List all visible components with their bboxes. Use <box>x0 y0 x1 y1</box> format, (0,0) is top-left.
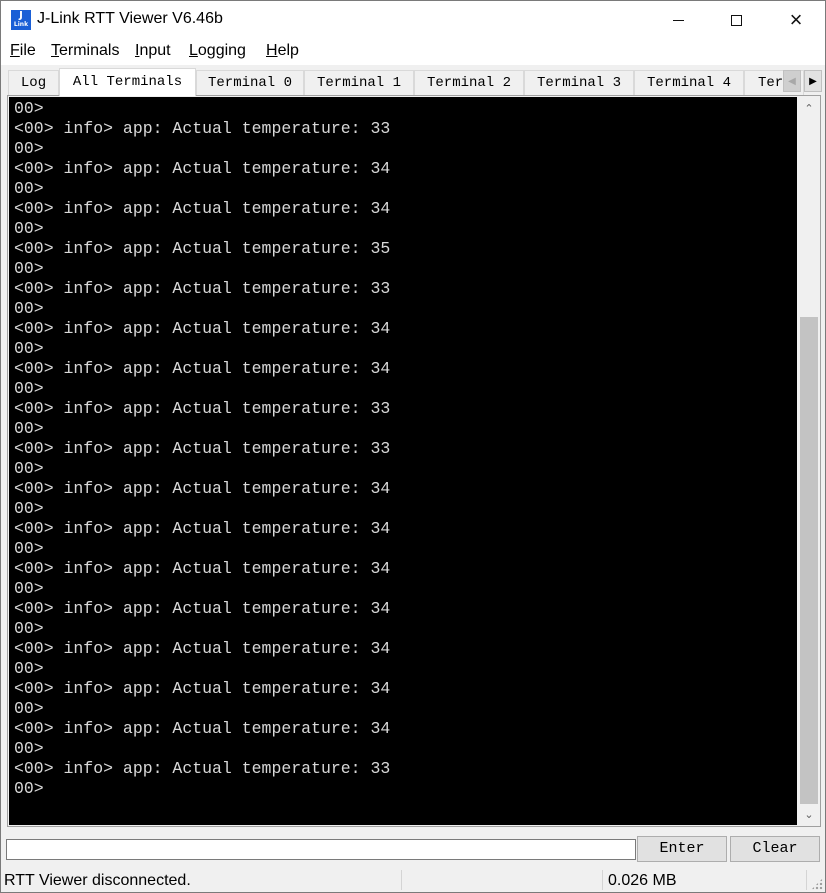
terminal-line: <00> info> app: Actual temperature: 33 <box>14 399 391 418</box>
scroll-up-button[interactable]: ⌃ <box>798 98 820 118</box>
tab-terminal-0[interactable]: Terminal 0 <box>196 70 304 95</box>
terminal-output[interactable]: 00> <00> info> app: Actual temperature: 3… <box>9 97 797 825</box>
menu-help-label: elp <box>277 42 299 59</box>
terminal-line: 00> <box>14 779 44 798</box>
menu-logging-mnemonic: L <box>189 42 198 59</box>
terminal-line: <00> info> app: Actual temperature: 34 <box>14 719 391 738</box>
maximize-icon <box>730 14 742 26</box>
chevron-up-icon: ⌃ <box>804 102 814 115</box>
enter-button[interactable]: Enter <box>637 836 727 862</box>
terminal-line: 00> <box>14 179 44 198</box>
resize-grip-icon[interactable] <box>811 878 823 890</box>
minimize-icon <box>672 19 684 21</box>
jlink-app-icon: J Link <box>11 10 31 30</box>
menu-file[interactable]: File <box>10 42 36 60</box>
terminal-line: 00> <box>14 259 44 278</box>
menu-input-label: nput <box>139 42 171 59</box>
status-divider <box>401 870 402 890</box>
scrollbar-thumb[interactable] <box>800 316 818 804</box>
input-row: Enter Clear <box>1 833 825 863</box>
tab-scroll-right-button[interactable]: ▶ <box>804 70 822 92</box>
menu-help[interactable]: Help <box>266 42 299 60</box>
tab-terminal-4[interactable]: Terminal 4 <box>634 70 744 95</box>
menu-bar: File Terminals Input Logging Help <box>1 39 825 65</box>
terminal-line: 00> <box>14 459 44 478</box>
scrollbar-track[interactable] <box>800 118 818 804</box>
terminal-line: <00> info> app: Actual temperature: 34 <box>14 559 391 578</box>
terminal-line: 00> <box>14 339 44 358</box>
terminal-line: 00> <box>14 499 44 518</box>
menu-terminals-mnemonic: T <box>51 42 59 59</box>
status-divider <box>806 870 807 890</box>
app-icon-letter: J <box>19 10 23 21</box>
menu-logging-label: ogging <box>197 42 246 59</box>
chevron-left-icon: ◀ <box>788 75 796 87</box>
terminal-line: 00> <box>14 299 44 318</box>
terminal-line: 00> <box>14 539 44 558</box>
maximize-button[interactable] <box>707 1 765 39</box>
chevron-down-icon: ⌄ <box>804 808 814 821</box>
terminal-line: 00> <box>14 579 44 598</box>
terminal-line: 00> <box>14 659 44 678</box>
terminal-line: <00> info> app: Actual temperature: 34 <box>14 359 391 378</box>
window-title: J-Link RTT Viewer V6.46b <box>37 10 223 27</box>
terminal-line: <00> info> app: Actual temperature: 34 <box>14 519 391 538</box>
tab-terminal-2[interactable]: Terminal 2 <box>414 70 524 95</box>
menu-logging[interactable]: Logging <box>189 42 246 60</box>
tab-all-terminals[interactable]: All Terminals <box>59 68 196 96</box>
terminal-line: 00> <box>14 619 44 638</box>
tab-log[interactable]: Log <box>8 70 59 95</box>
menu-file-mnemonic: F <box>10 42 20 59</box>
tab-scroll-left-button[interactable]: ◀ <box>783 70 801 92</box>
menu-terminals-label: erminals <box>59 42 120 59</box>
tab-terminal-3[interactable]: Terminal 3 <box>524 70 634 95</box>
app-icon-text: Link <box>13 21 29 28</box>
title-bar: J Link J-Link RTT Viewer V6.46b × <box>1 1 825 39</box>
terminal-line: 00> <box>14 739 44 758</box>
tab-terminal-1[interactable]: Terminal 1 <box>304 70 414 95</box>
terminal-line: <00> info> app: Actual temperature: 33 <box>14 119 391 138</box>
scroll-down-button[interactable]: ⌄ <box>798 804 820 824</box>
terminal-line: 00> <box>14 699 44 718</box>
terminal-line: <00> info> app: Actual temperature: 34 <box>14 599 391 618</box>
terminal-line: <00> info> app: Actual temperature: 33 <box>14 279 391 298</box>
terminal-line: <00> info> app: Actual temperature: 34 <box>14 639 391 658</box>
chevron-right-icon: ▶ <box>809 75 817 87</box>
status-divider <box>602 870 603 890</box>
connection-status: RTT Viewer disconnected. <box>4 872 191 889</box>
minimize-button[interactable] <box>649 1 707 39</box>
terminal-line: <00> info> app: Actual temperature: 34 <box>14 199 391 218</box>
terminal-line: 00> <box>14 379 44 398</box>
close-icon: × <box>789 7 803 32</box>
clear-button[interactable]: Clear <box>730 836 820 862</box>
terminal-line: <00> info> app: Actual temperature: 35 <box>14 239 391 258</box>
close-button[interactable]: × <box>767 1 825 39</box>
menu-help-mnemonic: H <box>266 42 278 59</box>
terminal-line: <00> info> app: Actual temperature: 33 <box>14 759 391 778</box>
terminal-line: 00> <box>14 139 44 158</box>
app-window: J Link J-Link RTT Viewer V6.46b × File T… <box>0 0 826 893</box>
terminal-scrollbar[interactable]: ⌃ ⌄ <box>798 96 820 826</box>
terminal-line: <00> info> app: Actual temperature: 34 <box>14 159 391 178</box>
terminal-line: <00> info> app: Actual temperature: 34 <box>14 319 391 338</box>
terminal-line: 00> <box>14 99 44 118</box>
menu-input[interactable]: Input <box>135 42 171 60</box>
terminal-tabs: Log All Terminals Terminal 0 Terminal 1 … <box>1 65 825 96</box>
menu-file-label: ile <box>19 42 36 59</box>
terminal-panel: 00> <00> info> app: Actual temperature: 3… <box>7 95 821 827</box>
data-size: 0.026 MB <box>608 872 677 889</box>
terminal-line: <00> info> app: Actual temperature: 34 <box>14 479 391 498</box>
terminal-line: <00> info> app: Actual temperature: 34 <box>14 679 391 698</box>
terminal-line: 00> <box>14 219 44 238</box>
status-bar: RTT Viewer disconnected. 0.026 MB <box>1 867 825 892</box>
terminal-line: <00> info> app: Actual temperature: 33 <box>14 439 391 458</box>
menu-terminals[interactable]: Terminals <box>51 42 119 60</box>
terminal-line: 00> <box>14 419 44 438</box>
command-input[interactable] <box>6 839 636 860</box>
